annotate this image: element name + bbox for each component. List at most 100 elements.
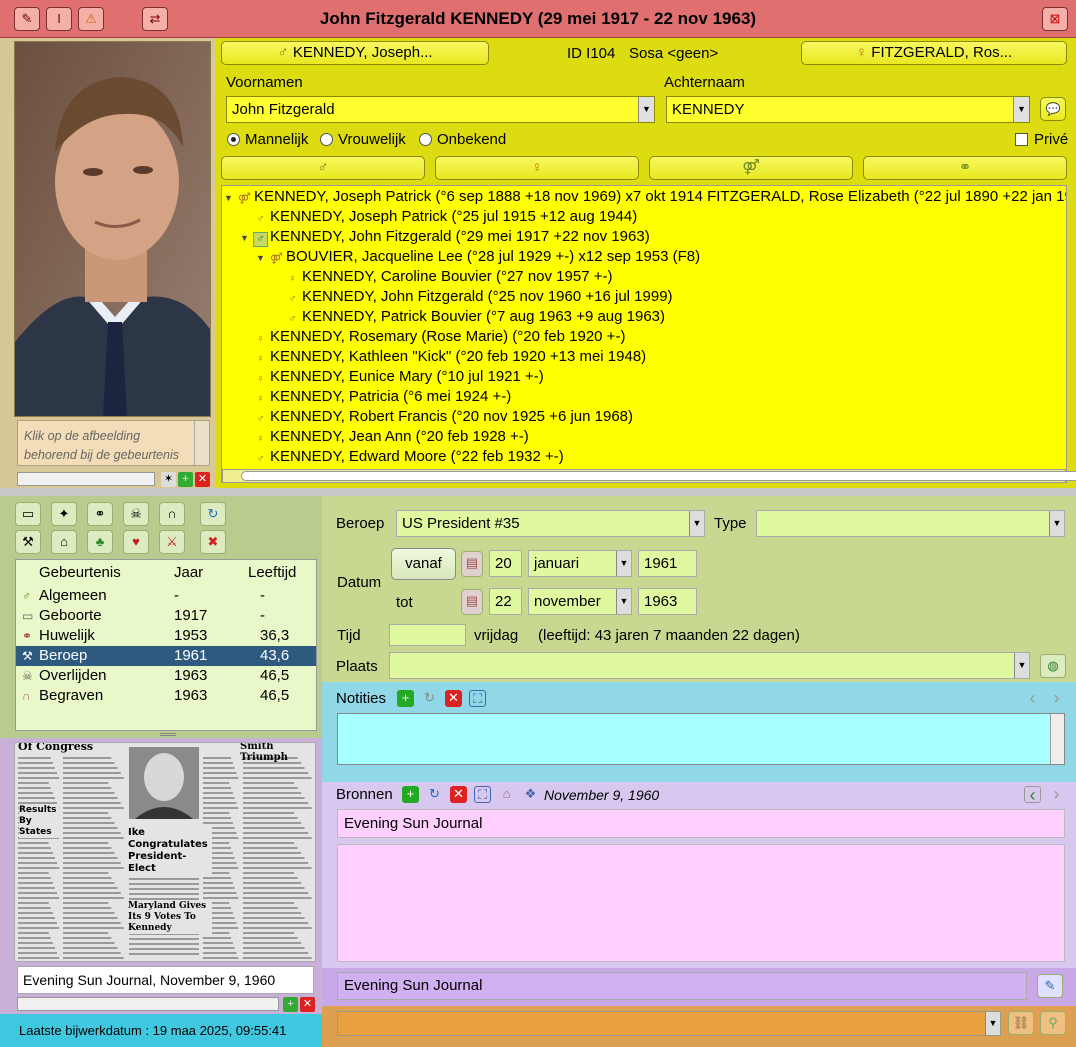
refresh-icon[interactable]: ↻ bbox=[200, 502, 226, 526]
to-year-field[interactable]: 1963 bbox=[638, 588, 697, 615]
add-female-button[interactable]: ♀ bbox=[435, 156, 639, 180]
surname-field[interactable]: KENNEDY ▼ bbox=[666, 96, 1030, 123]
tree-item[interactable]: ▼ ⚤ KENNEDY, Joseph Patrick (°6 sep 1888 +… bbox=[224, 187, 1066, 208]
tree-item[interactable]: ♂ KENNEDY, Edward Moore (°22 feb 1932 +-) bbox=[240, 447, 563, 467]
tree-item[interactable]: ♂ KENNEDY, John Fitzgerald (°25 nov 1960 … bbox=[272, 287, 672, 307]
notes-scrollbar[interactable] bbox=[1050, 714, 1064, 764]
tree-item[interactable]: ♀ KENNEDY, Rosemary (Rose Marie) (°20 feb… bbox=[240, 327, 625, 347]
edit-repository-icon[interactable]: ✎ bbox=[1037, 974, 1063, 998]
notes-textarea[interactable] bbox=[337, 713, 1065, 765]
chevron-down-icon[interactable]: ▼ bbox=[689, 511, 704, 536]
occupation-field[interactable]: US President #35 ▼ bbox=[396, 510, 705, 537]
globe-icon[interactable]: ◍ bbox=[1040, 654, 1066, 678]
speech-bubble-icon[interactable]: 💬 bbox=[1040, 97, 1066, 121]
marriage-icon[interactable]: ⚭ bbox=[87, 502, 113, 526]
add-male-button[interactable]: ♂ bbox=[221, 156, 425, 180]
tree-item[interactable]: ♂ KENNEDY, Joseph Patrick (°25 jul 1915 +… bbox=[240, 207, 637, 227]
add-icon[interactable]: + bbox=[178, 472, 193, 487]
add-family-button[interactable]: ⚭ bbox=[863, 156, 1067, 180]
document-hscrollbar[interactable] bbox=[17, 997, 279, 1011]
tree-item[interactable]: ♂ KENNEDY, Patrick Bouvier (°7 aug 1963 +… bbox=[272, 307, 665, 327]
skull-icon[interactable]: ☠ bbox=[123, 502, 149, 526]
event-row[interactable]: ☠ Overlijden 1963 46,5 bbox=[16, 666, 316, 686]
chevron-down-icon[interactable]: ▼ bbox=[616, 589, 631, 614]
chevron-down-icon[interactable]: ▼ bbox=[1014, 653, 1029, 678]
tree-item[interactable]: ♀ KENNEDY, Caroline Bouvier (°27 nov 1957… bbox=[272, 267, 612, 287]
refresh-icon[interactable]: ↻ bbox=[426, 786, 443, 803]
expand-icon[interactable]: ⛶ bbox=[474, 786, 491, 803]
palm-tree-icon[interactable]: ♣ bbox=[87, 530, 113, 554]
tree-item[interactable]: ♀ KENNEDY, Kathleen "Kick" (°20 feb 1920 … bbox=[240, 347, 646, 367]
close-icon[interactable]: ⊠ bbox=[1042, 7, 1068, 31]
splitter[interactable] bbox=[0, 488, 1076, 496]
add-source-icon[interactable]: + bbox=[402, 786, 419, 803]
expander-icon[interactable]: ▼ bbox=[224, 188, 238, 208]
previous-icon[interactable]: ‹ bbox=[1024, 786, 1041, 804]
from-day-field[interactable]: 20 bbox=[489, 550, 522, 577]
private-checkbox[interactable]: Privé bbox=[1015, 131, 1068, 148]
calendar-icon[interactable]: ▤ bbox=[461, 589, 483, 615]
residence-icon[interactable]: ⌂ bbox=[51, 530, 77, 554]
person-photo[interactable] bbox=[14, 41, 211, 417]
repository-icon[interactable]: ⌂ bbox=[498, 786, 515, 803]
tree-item[interactable]: ▼ ⚤ BOUVIER, Jacqueline Lee (°28 jul 1929 … bbox=[256, 247, 700, 267]
delete-source-icon[interactable]: ✕ bbox=[450, 786, 467, 803]
father-button[interactable]: ♂ KENNEDY, Joseph... bbox=[221, 41, 489, 65]
tree-item[interactable]: ▼ ♂ KENNEDY, John Fitzgerald (°29 mei 1917… bbox=[240, 227, 650, 247]
refresh-icon[interactable]: ↻ bbox=[421, 690, 438, 707]
to-month-select[interactable]: november ▼ bbox=[528, 588, 632, 615]
column-header-event[interactable]: Gebeurtenis bbox=[39, 563, 121, 583]
chevron-down-icon[interactable]: ▼ bbox=[985, 1012, 1000, 1035]
place-field[interactable]: ▼ bbox=[389, 652, 1030, 679]
family-tree[interactable]: ▼ ⚤ KENNEDY, Joseph Patrick (°6 sep 1888 +… bbox=[221, 185, 1067, 483]
add-icon[interactable]: + bbox=[283, 997, 298, 1012]
chevron-down-icon[interactable]: ▼ bbox=[1049, 511, 1064, 536]
tree-item[interactable]: ♀ KENNEDY, Eunice Mary (°10 jul 1921 +-) bbox=[240, 367, 543, 387]
chevron-down-icon[interactable]: ▼ bbox=[616, 551, 631, 576]
add-note-icon[interactable]: + bbox=[397, 690, 414, 707]
sex-female-radio[interactable]: Vrouwelijk bbox=[320, 131, 406, 148]
add-couple-button[interactable]: ⚤ bbox=[649, 156, 853, 180]
photo-hscrollbar[interactable] bbox=[17, 472, 155, 486]
mother-button[interactable]: ♀ FITZGERALD, Ros... bbox=[801, 41, 1067, 65]
event-row[interactable]: ⚒ Beroep 1961 43,6 bbox=[16, 646, 316, 666]
event-row[interactable]: ♂ Algemeen - - bbox=[16, 586, 316, 606]
caption-scrollbar[interactable] bbox=[194, 421, 209, 465]
chevron-down-icon[interactable]: ▼ bbox=[638, 97, 654, 122]
newspaper-clipping[interactable]: Of Congress Smith Triumph Results By Sta… bbox=[14, 742, 316, 962]
divorce-icon[interactable]: ⚔ bbox=[159, 530, 185, 554]
sex-male-radio[interactable]: Mannelijk bbox=[227, 131, 308, 148]
event-row[interactable]: ▭ Geboorte 1917 - bbox=[16, 606, 316, 626]
source-title-field[interactable]: Evening Sun Journal bbox=[337, 809, 1065, 838]
next-icon[interactable]: › bbox=[1048, 785, 1065, 803]
delete-note-icon[interactable]: ✕ bbox=[445, 690, 462, 707]
tombstone-icon[interactable]: ∩ bbox=[159, 502, 185, 526]
given-names-field[interactable]: John Fitzgerald ▼ bbox=[226, 96, 655, 123]
column-header-age[interactable]: Leeftijd bbox=[248, 563, 296, 583]
event-row[interactable]: ⚭ Huwelijk 1953 36,3 bbox=[16, 626, 316, 646]
unlink-icon[interactable]: ⚲ bbox=[1040, 1011, 1066, 1035]
calendar-icon[interactable]: ▤ bbox=[461, 551, 483, 577]
tools-icon[interactable]: ⚒ bbox=[15, 530, 41, 554]
from-button[interactable]: vanaf bbox=[391, 548, 456, 580]
star-icon[interactable]: ✶ bbox=[161, 472, 176, 487]
tree-item[interactable]: ♀ KENNEDY, Patricia (°6 mei 1924 +-) bbox=[240, 387, 511, 407]
from-year-field[interactable]: 1961 bbox=[638, 550, 697, 577]
tree-item[interactable]: ♀ KENNEDY, Jean Ann (°20 feb 1928 +-) bbox=[240, 427, 528, 447]
type-field[interactable]: ▼ bbox=[756, 510, 1065, 537]
expander-icon[interactable]: ▼ bbox=[256, 248, 270, 268]
tree-hscrollbar[interactable] bbox=[222, 469, 1076, 483]
to-day-field[interactable]: 22 bbox=[489, 588, 522, 615]
media-select[interactable]: ▼ bbox=[337, 1011, 1001, 1036]
tree-item[interactable]: ♂ KENNEDY, Robert Francis (°20 nov 1925 +… bbox=[240, 407, 633, 427]
delete-icon[interactable]: ✕ bbox=[300, 997, 315, 1012]
broken-heart-icon[interactable]: ♥ bbox=[123, 530, 149, 554]
previous-icon[interactable]: ‹ bbox=[1024, 689, 1041, 707]
delete-event-icon[interactable]: ✖ bbox=[200, 530, 226, 554]
delete-icon[interactable]: ✕ bbox=[195, 472, 210, 487]
event-row[interactable]: ∩ Begraven 1963 46,5 bbox=[16, 686, 316, 706]
time-field[interactable] bbox=[389, 624, 466, 646]
from-month-select[interactable]: januari ▼ bbox=[528, 550, 632, 577]
expander-icon[interactable]: ▼ bbox=[240, 228, 254, 248]
citation-icon[interactable]: ❖ bbox=[522, 786, 539, 803]
